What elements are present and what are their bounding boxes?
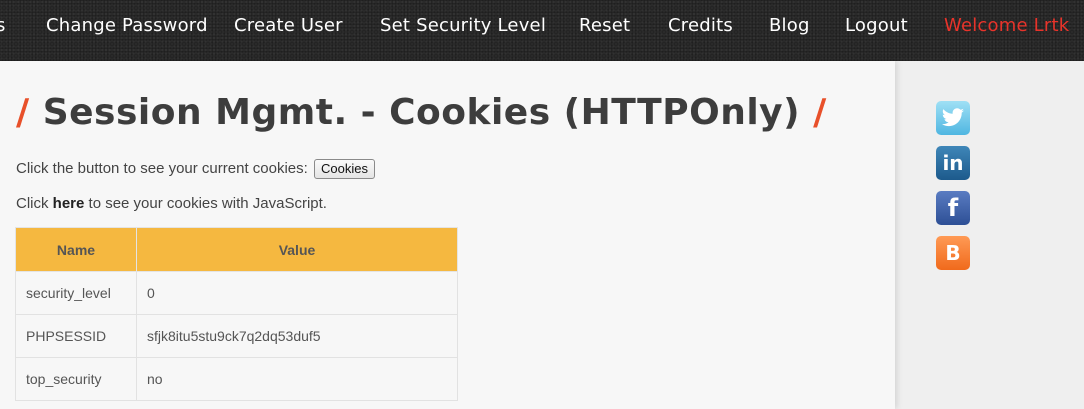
linkedin-icon[interactable]: in: [936, 146, 970, 180]
twitter-icon[interactable]: [936, 101, 970, 135]
facebook-icon[interactable]: f: [936, 191, 970, 225]
page-title: / Session Mgmt. - Cookies (HTTPOnly) /: [16, 92, 827, 133]
welcome-user-text: Welcome Lrtk: [944, 15, 1070, 36]
nav-item-credits[interactable]: Credits: [668, 15, 733, 36]
column-header-value: Value: [136, 227, 458, 272]
top-nav-bar: s Change Password Create User Set Securi…: [0, 0, 1084, 61]
column-header-name: Name: [15, 227, 137, 272]
nav-item-create-user[interactable]: Create User: [234, 15, 343, 36]
nav-item-blog[interactable]: Blog: [769, 15, 810, 36]
nav-item-truncated[interactable]: s: [0, 15, 6, 36]
cookie-value-cell: 0: [136, 271, 458, 315]
table-row: PHPSESSID sfjk8itu5stu9ck7q2dq53duf5: [15, 314, 458, 358]
cookie-value-cell: sfjk8itu5stu9ck7q2dq53duf5: [136, 314, 458, 358]
cookie-name-cell: PHPSESSID: [15, 314, 137, 358]
title-text: Session Mgmt. - Cookies (HTTPOnly): [42, 92, 801, 133]
javascript-line-suffix: to see your cookies with JavaScript.: [88, 195, 327, 212]
cookie-name-cell: security_level: [15, 271, 137, 315]
javascript-cookies-line: Click here to see your cookies with Java…: [16, 195, 327, 212]
title-slash-left: /: [16, 92, 30, 133]
cookies-button-label: Click the button to see your current coo…: [16, 159, 308, 177]
nav-item-change-password[interactable]: Change Password: [46, 15, 208, 36]
cookies-button[interactable]: Cookies: [313, 159, 375, 179]
cookie-value-cell: no: [136, 357, 458, 401]
table-header-row: Name Value: [15, 227, 458, 272]
cookies-button-line: Click the button to see your current coo…: [16, 159, 375, 179]
javascript-line-prefix: Click: [16, 195, 49, 212]
here-link[interactable]: here: [53, 195, 85, 212]
cookies-table: Name Value security_level 0 PHPSESSID sf…: [15, 227, 458, 401]
cookie-name-cell: top_security: [15, 357, 137, 401]
nav-item-reset[interactable]: Reset: [579, 15, 630, 36]
nav-item-logout[interactable]: Logout: [845, 15, 908, 36]
blogger-icon[interactable]: B: [936, 236, 970, 270]
table-row: top_security no: [15, 357, 458, 401]
nav-item-set-security-level[interactable]: Set Security Level: [380, 15, 546, 36]
table-row: security_level 0: [15, 271, 458, 315]
twitter-bird-glyph: [942, 108, 964, 127]
title-slash-right: /: [813, 92, 827, 133]
